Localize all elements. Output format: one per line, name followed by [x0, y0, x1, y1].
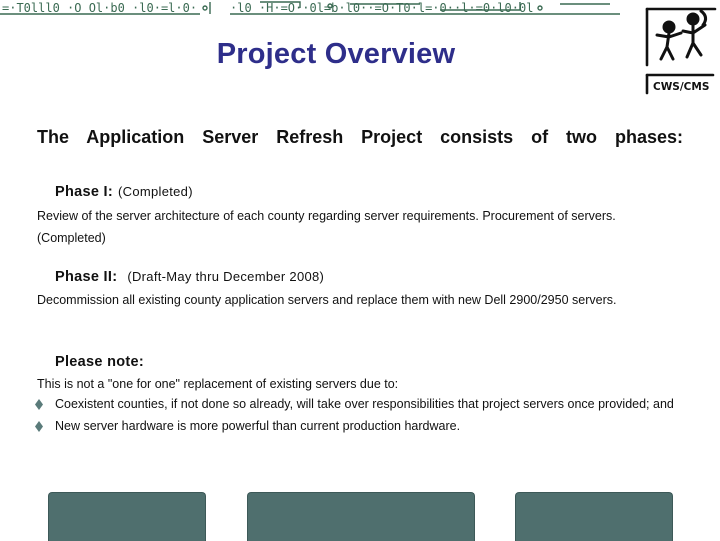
footer-box-left	[48, 492, 206, 541]
circuit-board-strip: =·T0lll0 ·O Ol·b0 ·l0·=l·0· ·l0 ·H·=O··0…	[0, 0, 620, 16]
intro-text: The Application Server Refresh Project c…	[37, 127, 683, 147]
note-heading: Please note:	[55, 353, 144, 370]
svg-text:·l0 ·H·=O··0l=b·l0··=O·T0·l=·0: ·l0 ·H·=O··0l=b·l0··=O·T0·l=·0··l·=0·l0·…	[230, 1, 533, 15]
phase1-label: Phase I:	[55, 184, 114, 200]
list-item: Coexistent counties, if not done so alre…	[34, 397, 682, 412]
phase1-status: (Completed)	[118, 184, 193, 199]
footer-box-right	[515, 492, 673, 541]
phase2-heading: Phase II: (Draft-May thru December 2008)	[55, 268, 324, 285]
note-text: This is not a "one for one" replacement …	[37, 377, 399, 391]
list-item: New server hardware is more powerful tha…	[34, 419, 682, 434]
phase1-heading: Phase I: (Completed)	[55, 183, 193, 200]
diamond-bullet-icon	[35, 420, 43, 432]
slide-title: Project Overview	[216, 38, 456, 70]
note-label: Please note:	[55, 354, 145, 370]
svg-text:=·T0lll0 ·O Ol·b0 ·l0·=l·0·: =·T0lll0 ·O Ol·b0 ·l0·=l·0·	[2, 1, 197, 15]
note-bullet-list: Coexistent counties, if not done so alre…	[34, 397, 682, 441]
phase2-status: (Draft-May thru December 2008)	[127, 269, 325, 284]
phase2-label: Phase II:	[55, 269, 118, 285]
phase2-text: Decommission all existing county applica…	[37, 293, 617, 307]
phase1-text: Review of the server architecture of eac…	[37, 209, 616, 245]
footer-box-center	[247, 492, 475, 541]
logo-text: CWS/CMS	[653, 81, 709, 93]
diamond-bullet-icon	[35, 399, 43, 410]
